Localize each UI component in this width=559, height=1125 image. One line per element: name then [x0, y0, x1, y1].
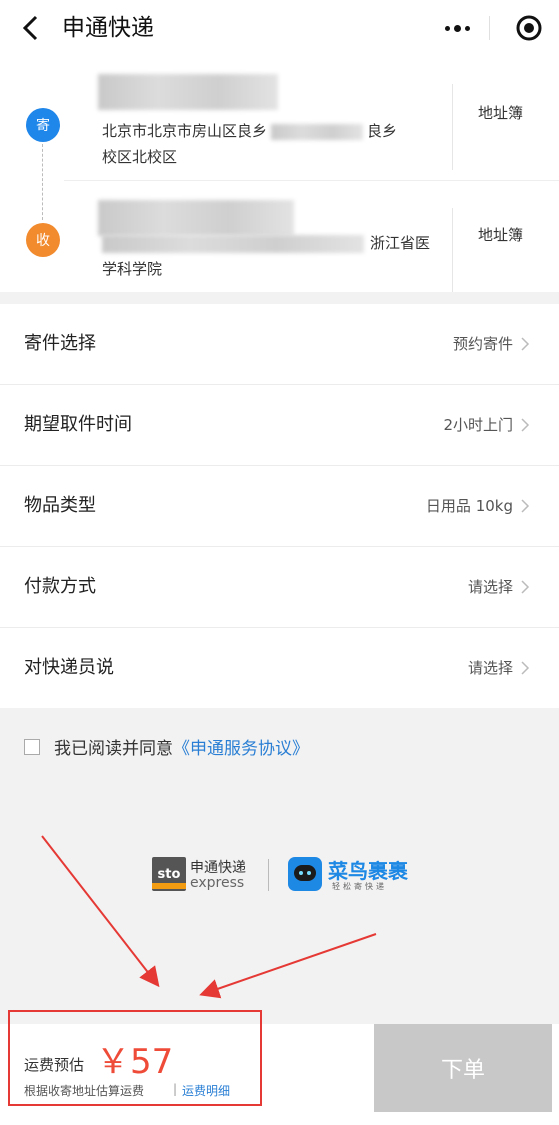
cainiao-subtitle: 轻松寄快递 — [332, 882, 387, 891]
option-label: 付款方式 — [24, 576, 96, 597]
option-value: 预约寄件 — [452, 335, 513, 353]
receiver-address-line1-end: 浙江省医 — [370, 234, 431, 252]
more-dots-icon[interactable] — [437, 16, 477, 40]
receiver-address-redacted — [102, 234, 364, 253]
option-label: 物品类型 — [24, 495, 96, 516]
fee-note: 根据收寄地址估算运费 — [24, 1084, 145, 1098]
address-separator — [64, 180, 559, 181]
option-courier-note[interactable]: 对快递员说 请选择 — [0, 628, 559, 708]
sender-address-line1-end: 良乡 — [367, 122, 398, 140]
chevron-right-icon — [521, 418, 530, 432]
chevron-right-icon — [521, 499, 530, 513]
fee-detail-link[interactable]: 运费明细 — [182, 1082, 230, 1099]
receiver-address-line2: 学科学院 — [102, 260, 163, 278]
option-value: 2小时上门 — [443, 416, 513, 434]
option-label: 期望取件时间 — [24, 414, 132, 435]
nav-bar: 申通快递 — [0, 0, 559, 60]
fee-price: ￥57 — [96, 1042, 174, 1082]
shipment-options: 寄件选择 预约寄件 期望取件时间 2小时上门 物品类型 日用品 10kg 付款方… — [0, 304, 559, 708]
sender-address-redacted — [271, 123, 364, 140]
logo-divider — [268, 859, 269, 891]
option-label: 寄件选择 — [24, 333, 96, 354]
sender-badge: 寄 — [26, 108, 60, 142]
agreement-checkbox[interactable] — [24, 738, 40, 755]
page-title: 申通快递 — [62, 15, 154, 41]
option-item-type[interactable]: 物品类型 日用品 10kg — [0, 466, 559, 547]
cainiao-logo-icon — [288, 857, 322, 891]
receiver-badge: 收 — [26, 223, 60, 257]
sender-address-line2: 校区北校区 — [102, 148, 178, 166]
agreement: 我已阅读并同意 《申通服务协议》 — [24, 734, 309, 759]
option-pickup-time[interactable]: 期望取件时间 2小时上门 — [0, 385, 559, 466]
receiver-address[interactable]: 浙江省医 学科学院 — [102, 230, 442, 282]
sender-address[interactable]: 北京市北京市房山区良乡 良乡 校区北校区 — [102, 118, 442, 170]
sto-name: 申通快递 — [190, 860, 246, 876]
option-value: 请选择 — [467, 659, 513, 677]
agreement-text: 我已阅读并同意 — [54, 739, 173, 759]
place-order-button[interactable]: 下单 — [374, 1024, 552, 1112]
sender-name-redacted — [98, 74, 278, 110]
target-circle-icon[interactable] — [515, 14, 543, 42]
option-label: 对快递员说 — [24, 657, 114, 678]
annotation-arrow — [41, 835, 160, 988]
receiver-address-book-button[interactable]: 地址簿 — [478, 224, 523, 245]
option-payment-method[interactable]: 付款方式 请选择 — [0, 547, 559, 628]
sto-mark: sto — [157, 866, 181, 882]
partner-logos: sto 申通快递 express 菜鸟裹裹 轻松寄快递 — [152, 853, 412, 897]
address-connector — [42, 144, 43, 220]
chevron-right-icon — [521, 337, 530, 351]
sto-logo-stripe — [152, 883, 186, 889]
receiver-divider — [452, 208, 453, 292]
agreement-link[interactable]: 《申通服务协议》 — [173, 734, 309, 759]
option-value: 请选择 — [467, 578, 513, 596]
fee-separator: | — [173, 1082, 178, 1096]
chevron-left-icon[interactable] — [16, 12, 46, 44]
annotation-arrow — [199, 933, 377, 999]
address-card: 寄 收 北京市北京市房山区良乡 良乡 校区北校区 地址簿 浙江省医 学科学院 地址… — [0, 60, 559, 292]
fee-label: 运费预估 — [24, 1056, 85, 1074]
option-send-type[interactable]: 寄件选择 预约寄件 — [0, 304, 559, 385]
sto-subtitle: express — [190, 875, 245, 891]
sender-address-book-button[interactable]: 地址簿 — [478, 102, 523, 123]
chevron-right-icon — [521, 580, 530, 594]
sender-address-line1: 北京市北京市房山区良乡 — [102, 122, 268, 140]
capsule-divider — [489, 16, 490, 40]
capsule-menu — [419, 6, 559, 50]
cainiao-name: 菜鸟裹裹 — [328, 859, 408, 883]
sender-divider — [452, 84, 453, 170]
chevron-right-icon — [521, 661, 530, 675]
option-value: 日用品 10kg — [425, 497, 513, 515]
